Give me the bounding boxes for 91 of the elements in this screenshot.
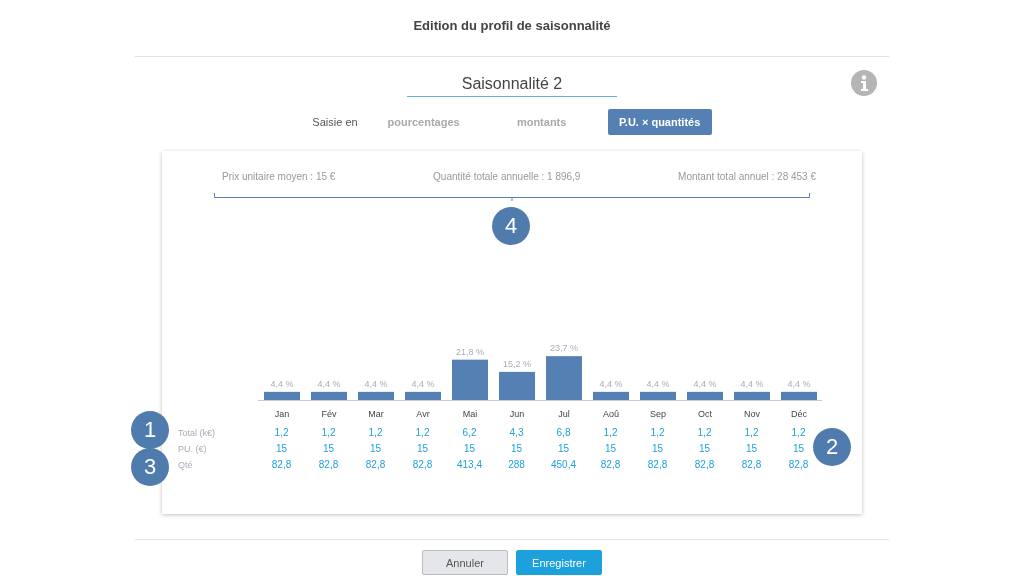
month-label: Fév — [321, 409, 337, 419]
summary-text: Montant total annuel : 28 453 € — [678, 171, 816, 182]
table-cell-text: 15 — [744, 443, 759, 454]
table-cell-text: 82,8 — [693, 459, 716, 470]
callout-badge: 1 — [131, 411, 169, 449]
callout-badge: 2 — [813, 428, 851, 466]
month-label: Mar — [368, 409, 384, 419]
row-label: Total (k€) — [178, 427, 216, 438]
summary-text: Quantité totale annuelle : 1 896,9 — [433, 171, 581, 182]
table-cell-text: 15 — [415, 443, 430, 454]
bar-value-label: 23,7 % — [550, 343, 578, 354]
table-cell-text: 15 — [462, 443, 477, 454]
table-cell-text: 82,8 — [364, 459, 387, 470]
table-cell-text: 1,2 — [414, 427, 431, 438]
table-cell-text: 4,3 — [508, 427, 525, 438]
table-cell-text: 82,8 — [599, 459, 622, 470]
month-label: Déc — [791, 409, 807, 419]
save-button[interactable]: Enregistrer — [516, 550, 602, 575]
month-label: Nov — [744, 409, 760, 419]
bar-value-label: 4,4 % — [599, 378, 623, 389]
entry-mode-label: Saisie en — [312, 116, 358, 128]
table-cell-text: 1,2 — [273, 427, 290, 438]
table-cell-text: 82,8 — [740, 459, 763, 470]
bar — [640, 391, 676, 400]
month-label: Mai — [462, 409, 478, 419]
table-cell-text: 450,4 — [550, 459, 577, 470]
table-cell-text: 82,8 — [411, 459, 434, 470]
table-cell-text: 1,2 — [649, 427, 666, 438]
bar-value-label: 4,4 % — [740, 378, 764, 389]
profile-name-field[interactable]: Saisonnalité 2 — [407, 75, 617, 97]
table-cell-text: 15 — [368, 443, 383, 454]
table-cell-text: 82,8 — [787, 459, 810, 470]
mode-tab[interactable]: montants — [489, 109, 594, 135]
row-label: PU. (€) — [178, 443, 208, 454]
table-cell-text: 15 — [697, 443, 712, 454]
table-cell-text: 1,2 — [320, 427, 337, 438]
table-cell-text: 1,2 — [367, 427, 384, 438]
bar — [734, 391, 770, 400]
bar-value-label: 4,4 % — [411, 378, 435, 389]
table-cell-text: 82,8 — [317, 459, 340, 470]
callout-badge: 3 — [131, 448, 169, 486]
bar — [687, 391, 723, 400]
bar-value-label: 4,4 % — [787, 378, 811, 389]
mode-tab[interactable]: P.U. × quantités — [607, 109, 712, 135]
bar-value-label: 4,4 % — [364, 378, 388, 389]
summary-text: Prix unitaire moyen : 15 € — [222, 171, 336, 182]
table-cell-text: 6,2 — [461, 427, 478, 438]
table-cell-text: 15 — [791, 443, 806, 454]
table-cell-text: 1,2 — [790, 427, 807, 438]
month-label: Aoû — [603, 409, 619, 419]
table-cell-text: 1,2 — [602, 427, 619, 438]
table-cell-text: 6,8 — [555, 427, 572, 438]
table-cell-text: 15 — [321, 443, 336, 454]
bar — [264, 391, 300, 400]
bar-value-label: 21,8 % — [456, 346, 484, 357]
table-cell-text: 82,8 — [646, 459, 669, 470]
month-label: Jul — [558, 409, 570, 419]
table-cell-text: 288 — [507, 459, 526, 470]
table-cell-text: 82,8 — [270, 459, 293, 470]
table-cell-text: 1,2 — [743, 427, 760, 438]
bar — [593, 391, 629, 400]
bar-value-label: 4,4 % — [270, 378, 294, 389]
table-cell-text: 1,2 — [696, 427, 713, 438]
bar — [499, 371, 535, 400]
table-cell-text: 15 — [650, 443, 665, 454]
callout-badge: 4 — [492, 207, 530, 245]
month-label: Oct — [698, 409, 712, 419]
bar-value-label: 4,4 % — [317, 378, 341, 389]
bar-value-label: 4,4 % — [646, 378, 670, 389]
table-cell-text: 15 — [509, 443, 524, 454]
bar — [358, 391, 394, 400]
table-cell-text: 15 — [556, 443, 571, 454]
month-label: Avr — [416, 409, 430, 419]
bar-value-label: 4,4 % — [693, 378, 717, 389]
bar — [452, 359, 488, 400]
table-cell-text: 15 — [274, 443, 289, 454]
row-label: Qté — [178, 459, 194, 470]
table-cell-text: 413,4 — [456, 459, 483, 470]
bar — [311, 391, 347, 400]
bar-value-label: 15,2 % — [503, 358, 531, 369]
info-icon[interactable] — [851, 70, 877, 96]
table-cell-text: 15 — [603, 443, 618, 454]
mode-tab[interactable]: pourcentages — [371, 109, 476, 135]
month-label: Jan — [274, 409, 290, 419]
cancel-button[interactable]: Annuler — [422, 550, 508, 575]
bar — [546, 356, 582, 400]
month-label: Jun — [509, 409, 525, 419]
dialog-title: Edition du profil de saisonnalité — [413, 18, 611, 35]
bar — [781, 391, 817, 400]
month-label: Sep — [650, 409, 666, 419]
bar — [405, 391, 441, 400]
